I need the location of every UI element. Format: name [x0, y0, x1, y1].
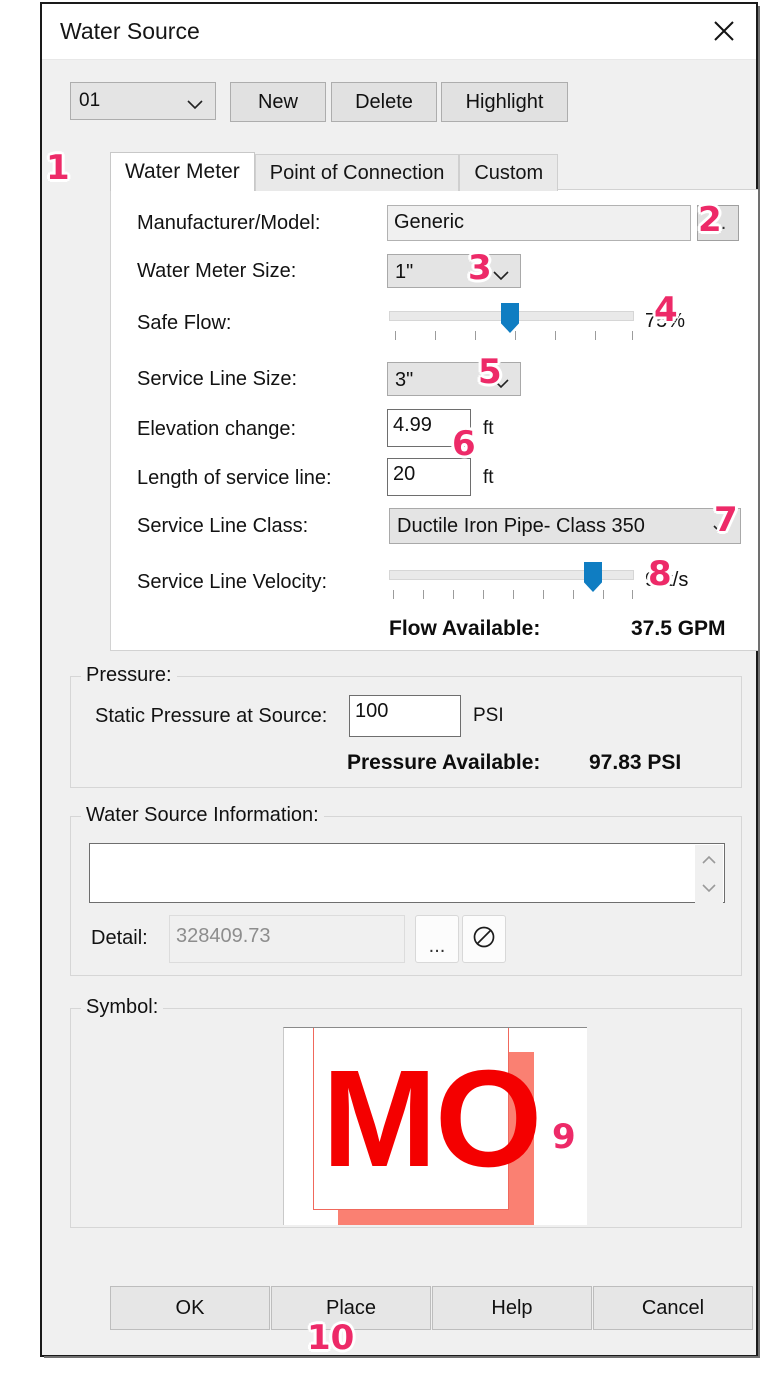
scroll-up-icon[interactable] [695, 845, 723, 874]
static-pressure-label: Static Pressure at Source: [95, 705, 328, 727]
highlight-button[interactable]: Highlight [441, 82, 568, 122]
water-source-select-value: 01 [79, 90, 101, 111]
dialog-shadow-bottom [44, 1356, 758, 1358]
service-line-velocity-slider[interactable] [389, 562, 634, 600]
water-meter-size-label: Water Meter Size: [137, 260, 297, 282]
water-source-notes-textarea[interactable] [89, 843, 725, 903]
symbol-preview-text: MO [322, 1042, 542, 1196]
tab-water-meter[interactable]: Water Meter [110, 152, 255, 191]
place-button[interactable]: Place [271, 1286, 431, 1330]
service-line-class-label: Service Line Class: [137, 515, 309, 537]
water-source-information-group: Water Source Information: Detail: 328409… [70, 804, 742, 976]
chevron-down-icon [713, 518, 729, 541]
pressure-group-title: Pressure: [81, 664, 177, 687]
delete-button[interactable]: Delete [331, 82, 437, 122]
ok-button[interactable]: OK [110, 1286, 270, 1330]
page-title: Water Source [60, 18, 200, 44]
dialog-titlebar: Water Source [42, 4, 756, 60]
safe-flow-value: 75% [645, 310, 686, 332]
detail-clear-button[interactable] [462, 915, 506, 963]
elevation-change-field[interactable]: 4.99 [387, 409, 471, 447]
manufacturer-field[interactable]: Generic [387, 205, 691, 241]
length-of-service-line-label: Length of service line: [137, 467, 332, 489]
service-line-size-select[interactable]: 3" [387, 362, 521, 396]
velocity-thumb[interactable] [584, 562, 602, 592]
elevation-change-label: Elevation change: [137, 418, 297, 440]
chevron-down-icon [493, 264, 509, 287]
service-line-velocity-value: 9 ft/s [645, 569, 689, 591]
safe-flow-ticks [389, 331, 634, 340]
static-pressure-unit: PSI [473, 705, 504, 726]
detail-field[interactable]: 328409.73 [169, 915, 405, 963]
detail-browse-button[interactable]: ... [415, 915, 459, 963]
cancel-button[interactable]: Cancel [593, 1286, 753, 1330]
water-source-dialog: Water Source 01 New Delete Highlight Wat… [40, 2, 760, 1357]
water-source-information-group-title: Water Source Information: [81, 804, 324, 827]
symbol-group-title: Symbol: [81, 996, 164, 1019]
tab-custom[interactable]: Custom [459, 154, 559, 191]
new-button[interactable]: New [230, 82, 326, 122]
notes-scrollbar[interactable] [695, 845, 723, 903]
pressure-available-label: Pressure Available: [347, 751, 541, 774]
length-of-service-line-unit: ft [483, 467, 494, 488]
service-line-class-select[interactable]: Ductile Iron Pipe- Class 350 [389, 508, 741, 544]
help-button[interactable]: Help [432, 1286, 592, 1330]
length-of-service-line-field[interactable]: 20 [387, 458, 471, 496]
water-meter-panel: Manufacturer/Model: Generic ... Water Me… [110, 189, 760, 651]
detail-label: Detail: [91, 927, 148, 949]
safe-flow-label: Safe Flow: [137, 312, 232, 334]
static-pressure-field[interactable]: 100 [349, 695, 461, 737]
flow-available-value: 37.5 GPM [631, 617, 726, 640]
close-icon[interactable] [702, 12, 746, 50]
chevron-down-icon [187, 94, 203, 116]
service-line-size-label: Service Line Size: [137, 368, 298, 390]
manufacturer-label: Manufacturer/Model: [137, 212, 321, 234]
water-source-select[interactable]: 01 [70, 82, 216, 120]
tabstrip: Water Meter Point of Connection Custom [110, 152, 559, 191]
manufacturer-browse-button[interactable]: ... [697, 205, 739, 241]
pressure-available-value: 97.83 PSI [589, 751, 682, 774]
water-meter-size-value: 1" [395, 261, 414, 283]
service-line-velocity-label: Service Line Velocity: [137, 571, 328, 593]
water-meter-size-select[interactable]: 1" [387, 254, 521, 288]
symbol-group: Symbol: MO [70, 996, 742, 1228]
tab-point-of-connection[interactable]: Point of Connection [254, 154, 460, 191]
dialog-footer: OK Place Help Cancel [110, 1286, 753, 1330]
symbol-preview[interactable]: MO [283, 1027, 587, 1225]
chevron-down-icon [493, 372, 509, 395]
pressure-group: Pressure: Static Pressure at Source: 100… [70, 664, 742, 788]
source-toolbar: 01 New Delete Highlight [70, 82, 568, 122]
elevation-change-unit: ft [483, 418, 494, 439]
scroll-down-icon[interactable] [695, 874, 723, 903]
velocity-ticks [389, 590, 634, 599]
flow-available-label: Flow Available: [389, 617, 541, 640]
safe-flow-slider[interactable] [389, 303, 634, 341]
service-line-class-value: Ductile Iron Pipe- Class 350 [397, 515, 645, 537]
safe-flow-thumb[interactable] [501, 303, 519, 333]
service-line-size-value: 3" [395, 369, 414, 391]
no-entry-icon [472, 925, 496, 954]
